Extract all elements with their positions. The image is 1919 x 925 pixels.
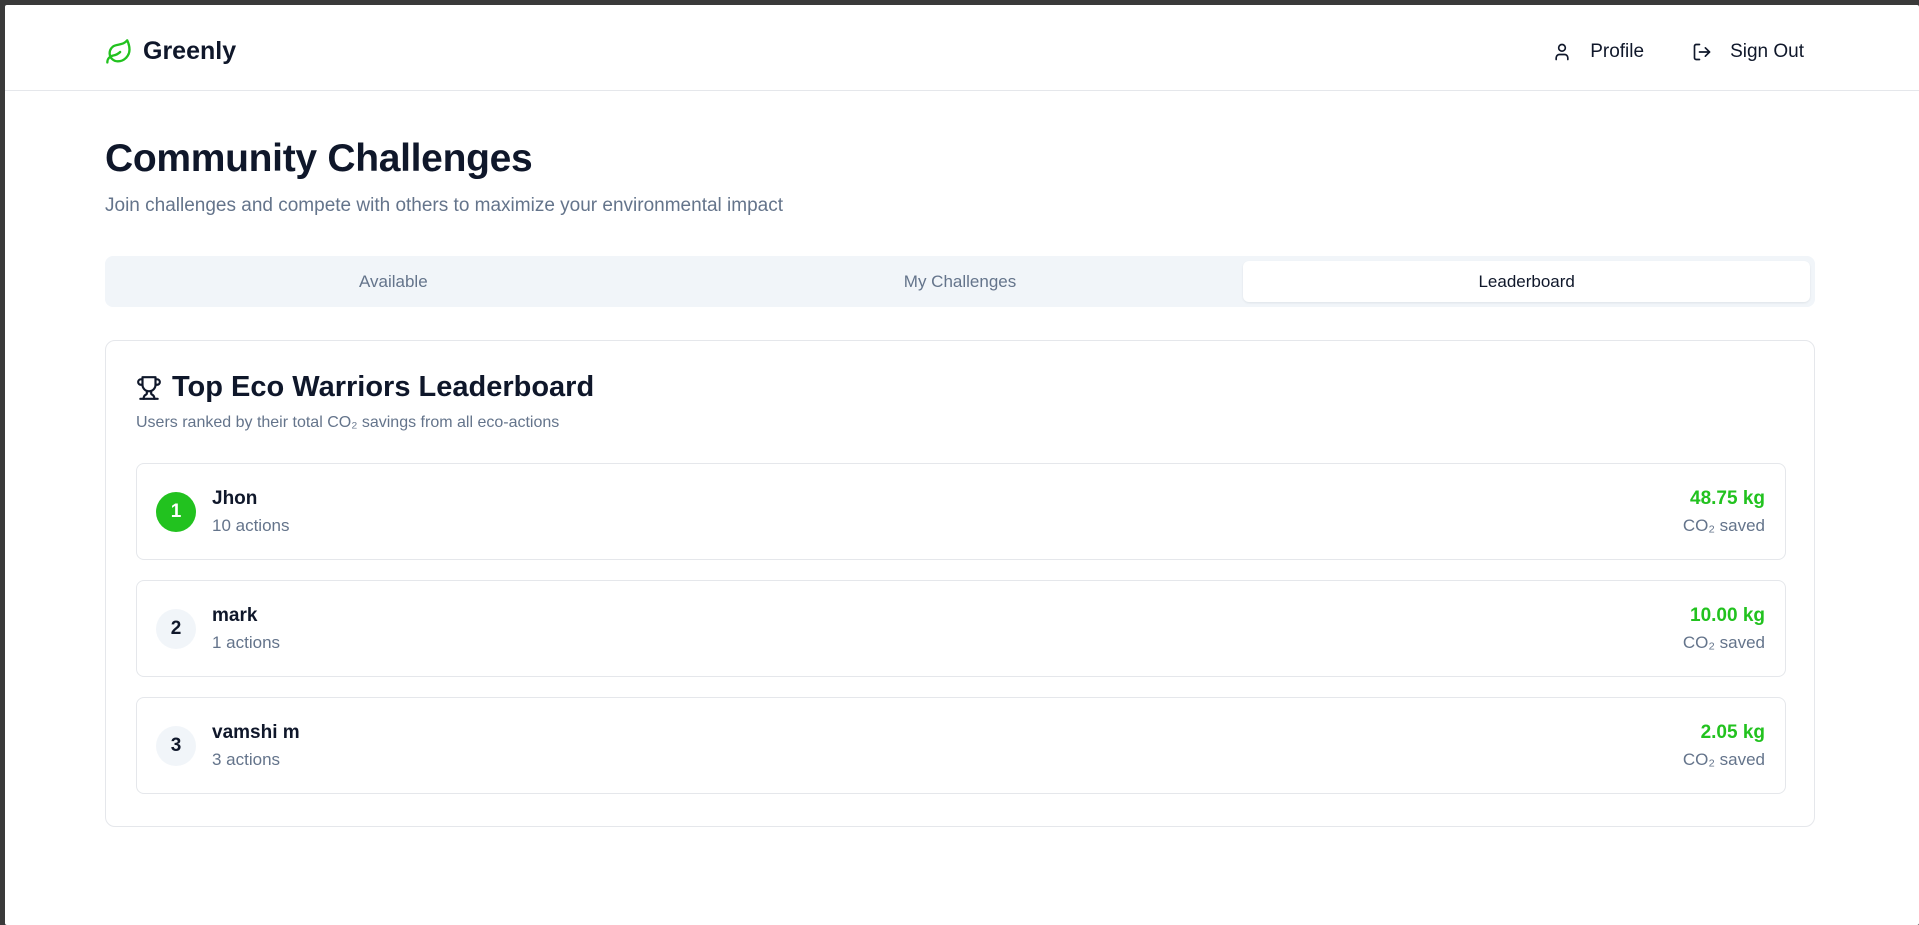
sign-out-button[interactable]: Sign Out bbox=[1692, 41, 1804, 63]
user-actions-count: 3 actions bbox=[212, 750, 281, 769]
rank-badge: 1 bbox=[156, 492, 196, 532]
challenge-tabs: Available My Challenges Leaderboard bbox=[105, 256, 1815, 307]
rank-badge: 3 bbox=[156, 726, 196, 766]
co2-saved-label: CO₂ saved bbox=[1682, 750, 1765, 769]
user-name: Jhon bbox=[212, 488, 258, 509]
user-name: mark bbox=[212, 605, 258, 626]
leaderboard-row[interactable]: 3 vamshi m 3 actions 2.05 kg CO₂ saved bbox=[136, 697, 1786, 794]
leaderboard-title: Top Eco Warriors Leaderboard bbox=[136, 371, 594, 404]
user-actions-count: 1 actions bbox=[212, 633, 281, 652]
user-actions-count: 10 actions bbox=[212, 516, 290, 535]
user-name: vamshi m bbox=[212, 722, 300, 743]
co2-saved-value: 48.75 kg bbox=[1690, 488, 1765, 509]
user-icon bbox=[1552, 42, 1572, 62]
co2-saved-label: CO₂ saved bbox=[1682, 516, 1765, 535]
tab-my-challenges[interactable]: My Challenges bbox=[677, 261, 1244, 302]
profile-button[interactable]: Profile bbox=[1552, 41, 1644, 63]
page-title: Community Challenges bbox=[105, 137, 533, 180]
profile-label: Profile bbox=[1590, 41, 1645, 62]
leaderboard-row[interactable]: 2 mark 1 actions 10.00 kg CO₂ saved bbox=[136, 580, 1786, 677]
co2-saved-label: CO₂ saved bbox=[1682, 633, 1765, 652]
co2-saved-value: 10.00 kg bbox=[1690, 605, 1765, 626]
log-out-icon bbox=[1692, 42, 1712, 62]
tab-leaderboard[interactable]: Leaderboard bbox=[1243, 261, 1811, 302]
top-navbar: Greenly Profile Sign Out bbox=[5, 5, 1919, 91]
app-window: Greenly Profile Sign Out Community Chall… bbox=[5, 5, 1919, 925]
header-nav: Profile Sign Out bbox=[1552, 41, 1804, 63]
leaderboard-title-text: Top Eco Warriors Leaderboard bbox=[172, 371, 595, 403]
brand[interactable]: Greenly bbox=[105, 37, 236, 66]
tab-available[interactable]: Available bbox=[110, 261, 677, 302]
rank-badge: 2 bbox=[156, 609, 196, 649]
co2-saved-value: 2.05 kg bbox=[1700, 722, 1765, 743]
leaderboard-description: Users ranked by their total CO₂ savings … bbox=[136, 414, 560, 431]
trophy-icon bbox=[136, 375, 162, 401]
leaf-icon bbox=[105, 38, 133, 66]
brand-name: Greenly bbox=[143, 37, 237, 65]
leaderboard-row[interactable]: 1 Jhon 10 actions 48.75 kg CO₂ saved bbox=[136, 463, 1786, 560]
sign-out-label: Sign Out bbox=[1730, 41, 1804, 62]
page-subtitle: Join challenges and compete with others … bbox=[105, 195, 783, 216]
leaderboard-card: Top Eco Warriors Leaderboard Users ranke… bbox=[105, 340, 1815, 827]
